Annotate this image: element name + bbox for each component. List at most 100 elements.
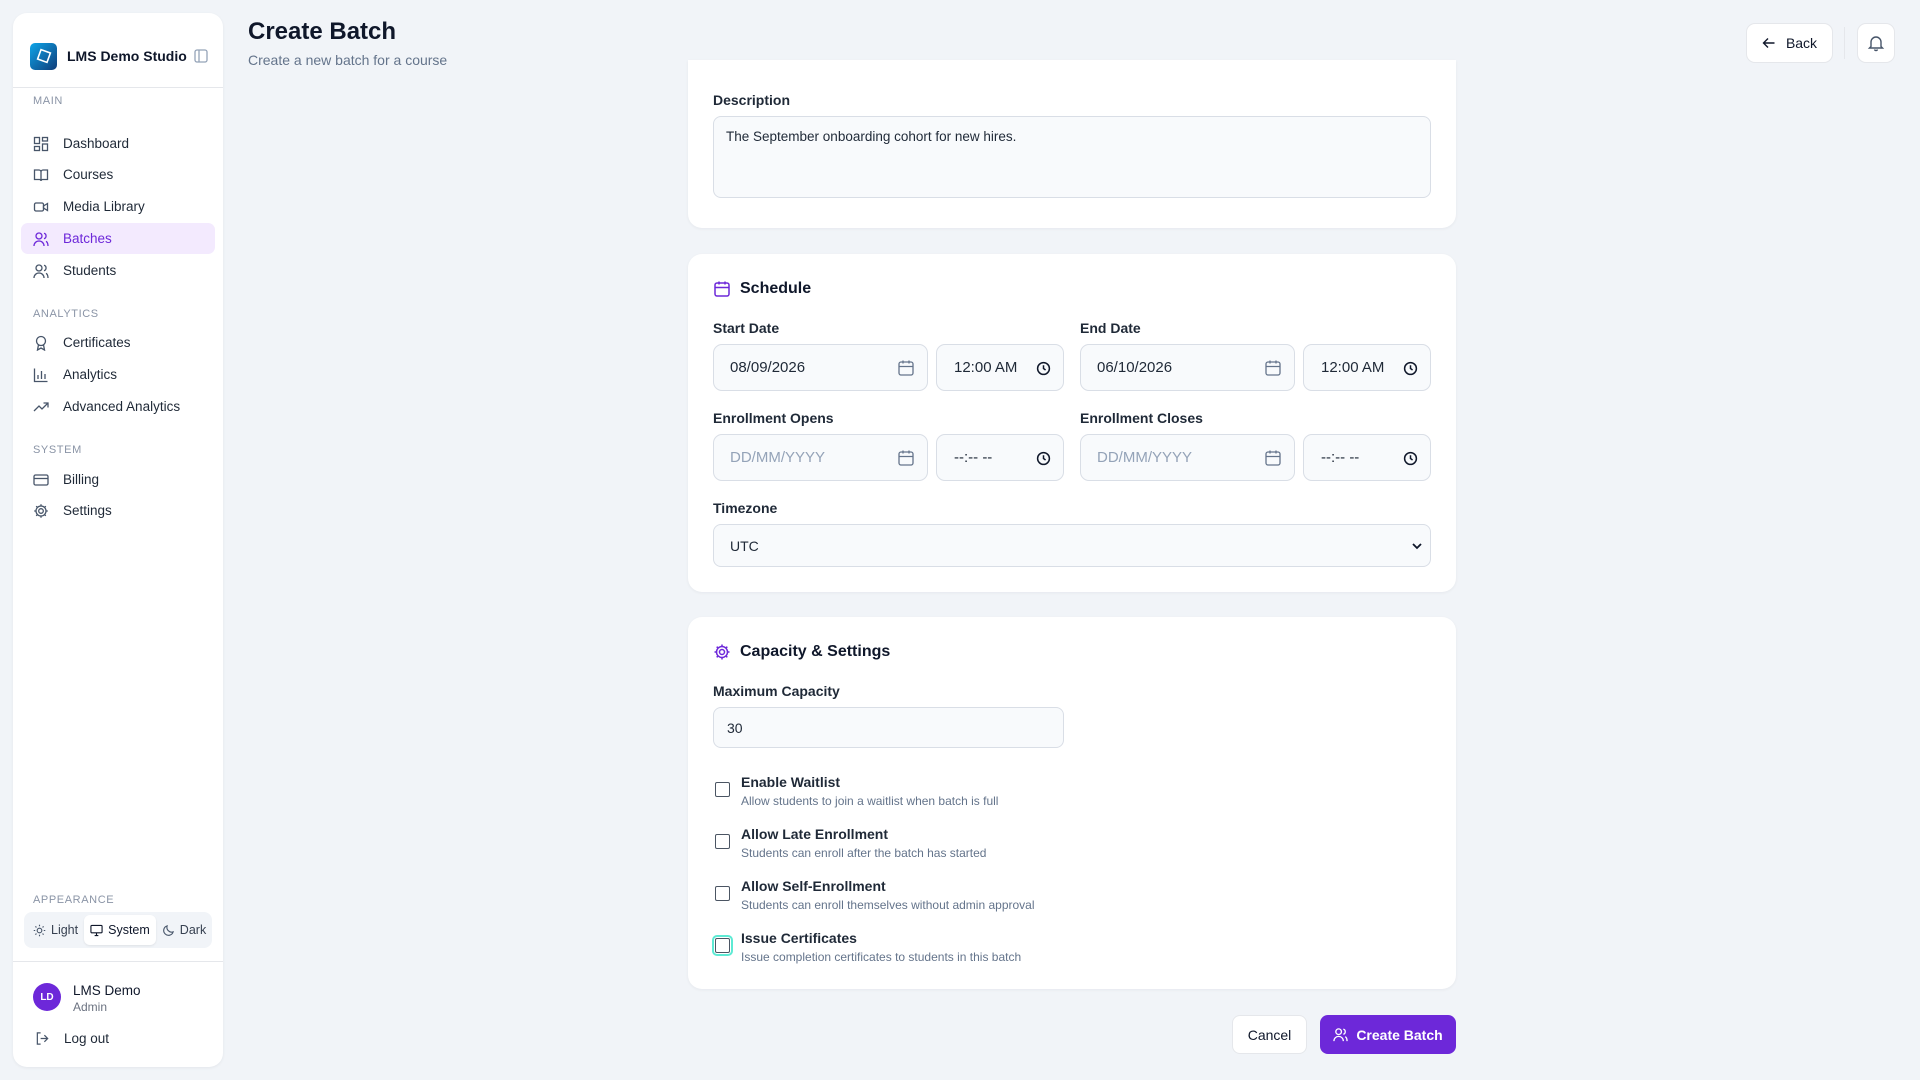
start-time-input[interactable]: 12:00 AM	[936, 344, 1064, 391]
nav-section-appearance: APPEARANCE	[33, 894, 115, 906]
late-enrollment-checkbox[interactable]	[715, 834, 730, 849]
theme-light-label: Light	[51, 923, 79, 937]
sidebar-item-billing[interactable]: Billing	[21, 464, 215, 495]
avatar[interactable]: LD	[33, 983, 61, 1011]
sidebar-item-courses[interactable]: Courses	[21, 159, 215, 190]
page-subtitle: Create a new batch for a course	[248, 52, 448, 68]
logout-icon	[36, 1032, 49, 1045]
end-time-input[interactable]: 12:00 AM	[1303, 344, 1431, 391]
clock-icon[interactable]	[1403, 361, 1418, 376]
timezone-select[interactable]: UTC	[713, 524, 1431, 567]
option-title: Allow Late Enrollment	[741, 826, 889, 842]
timezone-value: UTC	[730, 537, 759, 554]
sidebar-item-label: Courses	[63, 167, 114, 182]
sidebar-item-dashboard[interactable]: Dashboard	[21, 128, 215, 159]
brand: LMS Demo Studio	[30, 29, 211, 83]
sidebar-item-label: Certificates	[63, 335, 131, 350]
credit-card-icon	[33, 473, 49, 486]
calendar-icon[interactable]	[1264, 449, 1282, 467]
max-capacity-input[interactable]: 30	[713, 707, 1064, 748]
option-self-enrollment: Allow Self-Enrollment Students can enrol…	[713, 878, 1313, 918]
schedule-title-label: Schedule	[740, 280, 812, 297]
option-issue-certificates: Issue Certificates Issue completion cert…	[712, 930, 1313, 970]
user-role: Admin	[73, 1000, 108, 1014]
enrollment-closes-label: Enrollment Closes	[1080, 410, 1203, 426]
brand-logo-icon	[30, 42, 57, 70]
sidebar-item-advanced-analytics[interactable]: Advanced Analytics	[21, 391, 215, 422]
self-enrollment-checkbox[interactable]	[715, 886, 730, 901]
enrollment-closes-time-placeholder: --:-- --	[1321, 449, 1360, 466]
calendar-icon[interactable]	[1264, 359, 1282, 377]
max-capacity-label: Maximum Capacity	[713, 683, 840, 699]
users-icon	[33, 231, 49, 246]
calendar-icon[interactable]	[897, 449, 915, 467]
theme-dark-button[interactable]: Dark	[156, 915, 212, 945]
capacity-title: Capacity & Settings	[713, 643, 890, 661]
clock-icon[interactable]	[1036, 451, 1051, 466]
nav-section-analytics: ANALYTICS	[33, 308, 99, 320]
create-batch-label: Create Batch	[1356, 1026, 1443, 1043]
enrollment-opens-date-input[interactable]: DD/MM/YYYY	[713, 434, 928, 481]
nav-section-system: SYSTEM	[33, 444, 82, 456]
capacity-title-label: Capacity & Settings	[740, 643, 891, 660]
enrollment-closes-time-input[interactable]: --:-- --	[1303, 434, 1431, 481]
start-date-label: Start Date	[713, 320, 780, 336]
start-date-input[interactable]: 08/09/2026	[713, 344, 928, 391]
clock-icon[interactable]	[1403, 451, 1418, 466]
gear-icon	[714, 644, 730, 660]
enrollment-closes-date-input[interactable]: DD/MM/YYYY	[1080, 434, 1295, 481]
calendar-icon[interactable]	[897, 359, 915, 377]
enrollment-opens-time-input[interactable]: --:-- --	[936, 434, 1064, 481]
end-date-input[interactable]: 06/10/2026	[1080, 344, 1295, 391]
option-desc: Issue completion certificates to student…	[741, 950, 1022, 964]
option-title: Issue Certificates	[741, 930, 857, 946]
theme-system-label: System	[108, 923, 150, 937]
enrollment-opens-date-placeholder: DD/MM/YYYY	[730, 449, 826, 466]
sidebar: LMS Demo Studio MAIN Dashboard Courses M…	[13, 13, 223, 1067]
users-icon	[33, 263, 49, 278]
user-name: LMS Demo	[73, 983, 141, 998]
sidebar-item-settings[interactable]: Settings	[21, 495, 215, 526]
cancel-button[interactable]: Cancel	[1232, 1015, 1307, 1054]
theme-light-button[interactable]: Light	[27, 915, 84, 945]
clock-icon[interactable]	[1036, 361, 1051, 376]
sidebar-item-students[interactable]: Students	[21, 255, 215, 286]
gear-icon	[34, 503, 48, 518]
sidebar-item-batches[interactable]: Batches	[21, 223, 215, 254]
enrollment-opens-time-placeholder: --:-- --	[954, 449, 993, 466]
sidebar-item-label: Students	[63, 263, 117, 278]
dashboard-icon	[33, 136, 49, 151]
trending-up-icon	[33, 401, 49, 411]
theme-system-button[interactable]: System	[84, 915, 156, 945]
chevron-down-icon	[1412, 543, 1422, 550]
monitor-icon	[90, 924, 103, 936]
option-desc: Students can enroll themselves without a…	[741, 898, 1035, 912]
theme-toggle: Light System Dark	[24, 912, 212, 948]
sidebar-item-media-library[interactable]: Media Library	[21, 191, 215, 222]
nav-section-main: MAIN	[33, 95, 63, 107]
sidebar-divider	[13, 961, 223, 962]
enable-waitlist-checkbox[interactable]	[715, 782, 730, 797]
sidebar-item-label: Settings	[63, 503, 112, 518]
sidebar-collapse-icon[interactable]	[191, 46, 211, 66]
sun-icon	[33, 924, 46, 936]
sidebar-item-label: Dashboard	[63, 136, 130, 151]
users-icon	[1333, 1028, 1349, 1042]
sidebar-item-analytics[interactable]: Analytics	[21, 359, 215, 390]
theme-dark-label: Dark	[179, 923, 207, 937]
brand-name: LMS Demo Studio	[67, 48, 187, 64]
option-late-enrollment: Allow Late Enrollment Students can enrol…	[713, 826, 1313, 866]
enrollment-closes-date-placeholder: DD/MM/YYYY	[1097, 449, 1193, 466]
back-button[interactable]: Back	[1746, 23, 1833, 63]
description-textarea[interactable]: The September onboarding cohort for new …	[713, 116, 1431, 198]
create-batch-button[interactable]: Create Batch	[1320, 1015, 1456, 1054]
issue-certificates-checkbox[interactable]	[712, 935, 733, 956]
video-icon	[33, 201, 49, 212]
book-icon	[33, 168, 49, 181]
sidebar-item-label: Analytics	[63, 367, 118, 382]
sidebar-item-label: Media Library	[63, 199, 145, 214]
logout-button[interactable]: Log out	[35, 1031, 109, 1046]
description-label: Description	[713, 92, 791, 108]
notifications-button[interactable]	[1857, 23, 1895, 63]
sidebar-item-certificates[interactable]: Certificates	[21, 327, 215, 358]
